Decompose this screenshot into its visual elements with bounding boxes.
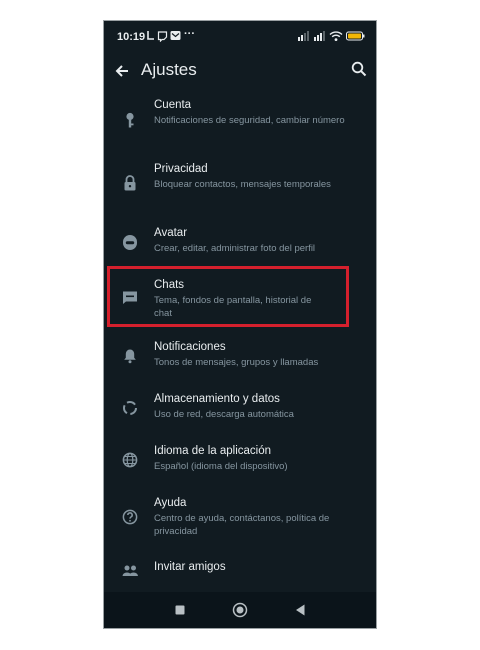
settings-item-title: Privacidad [154, 163, 208, 175]
settings-item-title: Avatar [154, 227, 188, 239]
settings-item-subtitle: Centro de ayuda, contáctanos, política d… [154, 513, 330, 537]
signal-icon [298, 31, 309, 41]
help-icon [122, 509, 138, 525]
settings-item-title: Ayuda [154, 497, 187, 509]
page-title: Ajustes [141, 60, 197, 79]
search-icon[interactable] [351, 61, 367, 77]
settings-item-title: Cuenta [154, 99, 192, 111]
battery-icon [346, 31, 365, 41]
home-button-icon[interactable] [232, 602, 248, 618]
settings-item-notificaciones[interactable]: Notificaciones Tonos de mensajes, grupos… [104, 335, 376, 379]
settings-item-subtitle: Uso de red, descarga automática [154, 409, 294, 420]
signal-2-icon [314, 31, 325, 41]
recents-button-icon[interactable] [174, 602, 186, 618]
phone-screen: 10:19 ··· Ajustes Cuenta Notificaciones … [103, 20, 377, 629]
settings-item-title: Almacenamiento y datos [154, 393, 280, 405]
highlight-box [107, 266, 349, 327]
mail-icon [170, 31, 181, 40]
settings-item-subtitle: Español (idioma del dispositivo) [154, 461, 288, 472]
status-bar: 10:19 ··· [104, 21, 376, 53]
settings-item-cuenta[interactable]: Cuenta Notificaciones de seguridad, camb… [104, 93, 376, 149]
settings-item-title: Notificaciones [154, 341, 226, 353]
settings-item-subtitle: Tonos de mensajes, grupos y llamadas [154, 357, 319, 368]
settings-item-idioma[interactable]: Idioma de la aplicación Español (idioma … [104, 439, 376, 483]
wifi-icon [329, 31, 343, 41]
lock-icon [124, 175, 136, 191]
settings-item-subtitle: Crear, editar, administrar foto del perf… [154, 243, 316, 254]
more-notifications-icon: ··· [184, 28, 195, 40]
globe-icon [122, 452, 138, 468]
avatar-icon [123, 235, 137, 250]
data-usage-icon [123, 401, 137, 415]
settings-item-avatar[interactable]: Avatar Crear, editar, administrar foto d… [104, 221, 376, 265]
back-arrow-icon[interactable] [114, 63, 130, 79]
people-icon [122, 565, 138, 576]
settings-item-title: Invitar amigos [154, 561, 226, 573]
back-button-icon[interactable] [294, 602, 306, 618]
settings-item-invitar[interactable]: Invitar amigos [104, 555, 376, 589]
settings-item-privacidad[interactable]: Privacidad Bloquear contactos, mensajes … [104, 157, 376, 213]
bell-icon [124, 349, 136, 364]
settings-item-almacenamiento[interactable]: Almacenamiento y datos Uso de red, desca… [104, 387, 376, 431]
app-bar: Ajustes [104, 53, 376, 93]
settings-item-ayuda[interactable]: Ayuda Centro de ayuda, contáctanos, polí… [104, 491, 376, 547]
settings-item-subtitle: Notificaciones de seguridad, cambiar núm… [154, 115, 345, 126]
navigation-bar [104, 592, 376, 628]
key-icon [126, 112, 134, 128]
twitch-icon [157, 31, 168, 42]
status-time: 10:19 [117, 31, 146, 43]
settings-item-title: Idioma de la aplicación [154, 445, 271, 457]
call-forward-icon [147, 31, 154, 40]
settings-item-subtitle: Bloquear contactos, mensajes temporales [154, 179, 331, 190]
